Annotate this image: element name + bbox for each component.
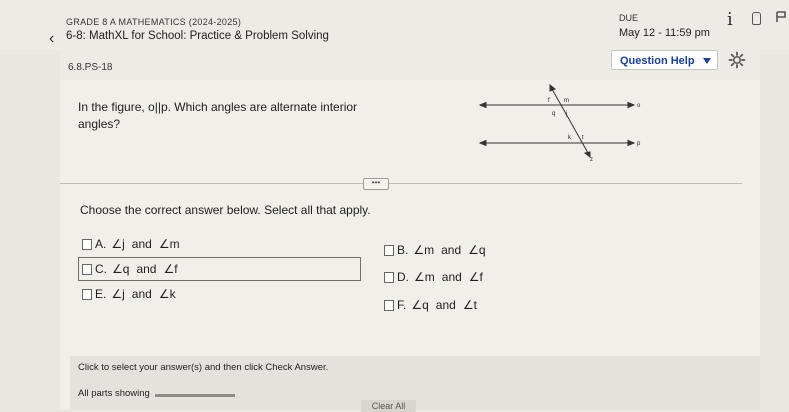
checkbox[interactable] [82,288,92,300]
option-first-angle: ∠q [112,262,130,276]
question-text: In the figure, o||p. Which angles are al… [78,100,358,131]
more-options-button[interactable]: ••• [363,178,389,190]
option-conjunction: and [131,287,152,301]
course-title: GRADE 8 A MATHEMATICS (2024-2025) [66,17,242,27]
option-second-angle: ∠m [158,237,180,251]
chevron-left-icon[interactable]: ‹ [49,30,54,48]
option-second-angle: ∠t [462,298,477,312]
label-p: p [637,141,641,147]
parts-showing-label: All parts showing [78,388,150,399]
question-help-button[interactable]: Question Help [611,50,718,70]
progress-fill [155,394,235,397]
label-o: o [637,103,641,109]
option-second-angle: ∠q [468,243,486,257]
option-conjunction: and [441,270,462,284]
label-j: j [565,111,567,117]
option-conjunction: and [131,237,152,251]
question-help-label: Question Help [620,55,695,67]
option-f[interactable]: F. ∠q and ∠t [384,298,477,312]
option-e[interactable]: E. ∠j and ∠k [82,287,176,301]
clear-all-button[interactable]: Clear All [361,400,416,412]
option-first-angle: ∠q [411,298,429,312]
checkbox[interactable] [384,271,394,283]
progress-bar [155,394,235,397]
caret-down-icon [703,58,711,64]
flag-icon[interactable] [776,11,786,23]
option-letter: B. [397,243,409,257]
option-c[interactable]: C. ∠q and ∠f [82,262,178,276]
label-t: t [582,135,584,141]
option-conjunction: and [136,262,157,276]
footer-message: Click to select your answer(s) and then … [78,362,329,373]
checkbox[interactable] [384,244,394,256]
assignment-title[interactable]: 6-8: MathXL for School: Practice & Probl… [66,30,329,42]
checkbox[interactable] [82,263,92,275]
section-divider [60,183,742,184]
option-letter: E. [95,287,107,301]
option-conjunction: and [441,243,462,257]
label-f: f [548,98,550,104]
option-b[interactable]: B. ∠m and ∠q [384,243,486,257]
label-z: z [590,157,593,163]
option-second-angle: ∠k [158,287,176,301]
option-letter: C. [95,262,107,276]
option-first-angle: ∠j [111,287,125,301]
bookmark-icon[interactable] [752,12,761,25]
parallel-lines-figure: f m o q j k t p z [478,83,641,163]
option-a[interactable]: A. ∠j and ∠m [82,237,180,251]
option-first-angle: ∠j [111,237,125,251]
option-d[interactable]: D. ∠m and ∠f [384,270,483,284]
option-first-angle: ∠m [414,270,435,284]
option-letter: A. [95,237,107,251]
answer-instruction: Choose the correct answer below. Select … [80,203,371,217]
due-date: May 12 - 11:59 pm [619,27,710,39]
gear-icon[interactable] [728,51,746,69]
option-letter: F. [397,298,407,312]
option-second-angle: ∠f [163,262,178,276]
question-id: 6.8.PS-18 [68,62,113,73]
label-k: k [568,135,572,141]
info-icon[interactable]: i [727,9,733,30]
label-m: m [564,98,569,104]
due-label: DUE [619,13,639,23]
option-second-angle: ∠f [468,270,483,284]
option-conjunction: and [435,298,456,312]
label-q: q [552,111,555,117]
option-first-angle: ∠m [413,243,435,257]
checkbox[interactable] [82,238,92,250]
option-letter: D. [397,270,409,284]
checkbox[interactable] [384,299,394,311]
